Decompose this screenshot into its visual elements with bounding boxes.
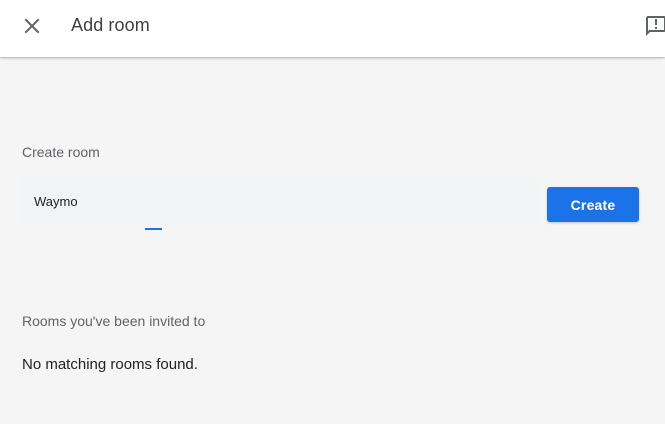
close-icon — [24, 18, 40, 34]
room-name-input[interactable] — [22, 177, 537, 225]
input-focus-indicator — [145, 228, 162, 230]
page-title: Add room — [71, 15, 150, 35]
create-button[interactable]: Create — [547, 187, 639, 222]
close-button[interactable] — [14, 8, 50, 44]
feedback-icon — [646, 16, 665, 36]
feedback-button[interactable] — [644, 14, 665, 38]
invited-rooms-label: Rooms you've been invited to — [22, 313, 206, 329]
no-rooms-message: No matching rooms found. — [22, 356, 198, 373]
create-room-label: Create room — [22, 144, 100, 160]
top-app-bar: Add room — [0, 0, 665, 57]
add-room-page: Add room Create room Create Rooms you've… — [0, 0, 665, 424]
